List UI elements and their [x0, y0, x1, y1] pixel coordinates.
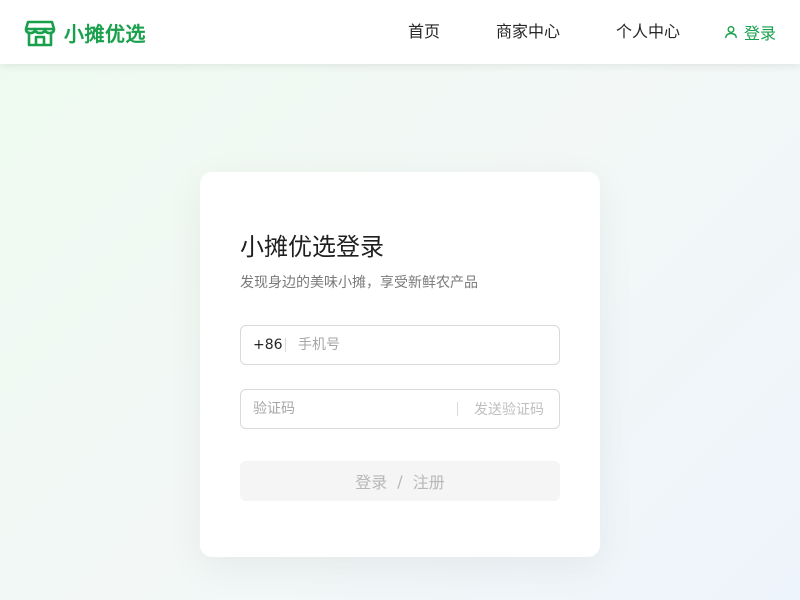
nav-login-link[interactable]: 登录: [724, 0, 776, 64]
login-title: 小摊优选登录: [240, 233, 384, 261]
phone-input[interactable]: [298, 326, 538, 364]
storefront-icon: [24, 20, 56, 47]
verification-code-input[interactable]: [253, 390, 449, 428]
nav-home[interactable]: 首页: [408, 0, 440, 64]
nav-login-label: 登录: [744, 24, 777, 43]
brand-logo[interactable]: 小摊优选: [24, 16, 146, 48]
country-code-prefix: +86: [253, 337, 283, 353]
top-navbar: 小摊优选 首页 商家中心 个人中心 登录: [0, 0, 800, 64]
nav-personal-center[interactable]: 个人中心: [616, 0, 680, 64]
field-divider: [457, 402, 458, 416]
nav-merchant-center[interactable]: 商家中心: [496, 0, 560, 64]
send-code-button[interactable]: 发送验证码: [474, 399, 544, 419]
phone-field: +86: [240, 325, 560, 365]
brand-name: 小摊优选: [64, 21, 146, 46]
register-label: 注册: [412, 473, 445, 492]
verification-code-field: 发送验证码: [240, 389, 560, 429]
login-label: 登录: [355, 473, 388, 492]
separator: /: [397, 471, 403, 491]
field-divider: [285, 338, 286, 352]
login-card: 小摊优选登录 发现身边的美味小摊，享受新鲜农产品 +86 发送验证码 登录 / …: [200, 172, 600, 557]
login-register-button[interactable]: 登录 / 注册: [240, 461, 560, 501]
login-subtitle: 发现身边的美味小摊，享受新鲜农产品: [240, 275, 478, 291]
user-icon: [725, 26, 737, 39]
